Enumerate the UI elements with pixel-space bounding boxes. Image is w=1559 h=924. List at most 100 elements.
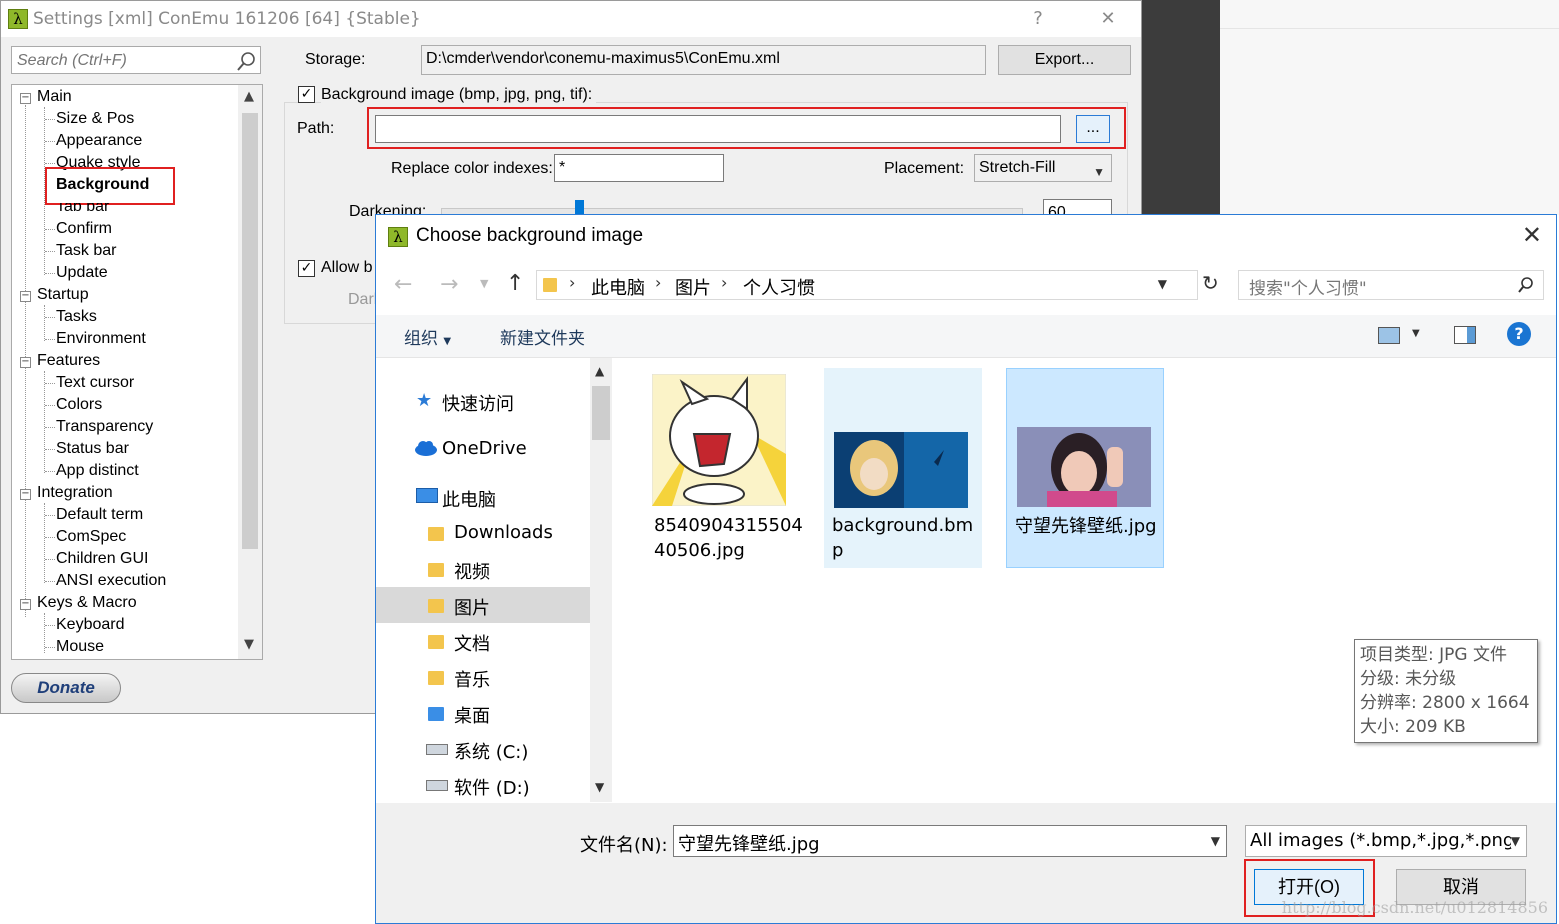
filename-combo[interactable]: 守望先锋壁纸.jpg ▼ [673,825,1227,857]
file-type-filter[interactable]: All images (*.bmp,*.jpg,*.png ▼ [1245,825,1527,857]
tree-item-mouse[interactable]: Mouse [56,637,104,657]
tree-item-app-distinct[interactable]: App distinct [56,461,139,481]
tree-item-ansi-execution[interactable]: ANSI execution [56,571,166,591]
nav-downloads[interactable]: Downloads [454,522,553,543]
breadcrumb-pictures[interactable]: 图片 [675,274,711,300]
address-bar[interactable]: › 此电脑 › 图片 › 个人习惯 ▼ [536,270,1198,300]
tree-item-status-bar[interactable]: Status bar [56,439,129,459]
placement-select[interactable]: Stretch-Fill ▼ [974,154,1112,182]
tree-item-integration[interactable]: Integration [37,483,113,503]
file-tile-selected[interactable]: 守望先锋壁纸.jpg [1006,368,1164,568]
nav-desktop[interactable]: 桌面 [454,702,490,728]
replace-color-input[interactable]: * [554,154,724,182]
chevron-down-icon[interactable]: ▼ [1158,277,1167,291]
up-arrow-icon[interactable]: ↑ [506,271,524,296]
filename-value: 守望先锋壁纸.jpg [678,834,820,855]
file-tile[interactable]: background.bmp [824,368,982,568]
tree-item-keys-macro[interactable]: Keys & Macro [37,593,137,613]
nav-pictures[interactable]: 图片 [454,594,490,620]
collapse-icon[interactable]: − [20,291,31,302]
tree-scrollbar[interactable]: ▲ ▼ [238,85,262,659]
allow-label: Allow b [321,259,373,276]
cloud-icon [415,441,437,456]
recent-locations-icon[interactable]: ▼ [480,277,488,290]
background-window-right [1220,0,1559,215]
scroll-up-icon[interactable]: ▲ [244,89,254,104]
chevron-down-icon: ▼ [443,336,452,347]
export-button[interactable]: Export... [998,45,1131,75]
new-folder-button[interactable]: 新建文件夹 [500,324,585,349]
desktop-icon [428,707,444,721]
forward-arrow-icon[interactable]: → [440,272,458,297]
chevron-down-icon[interactable]: ▼ [1412,328,1420,339]
settings-search-box[interactable] [11,46,261,74]
folder-icon [428,635,444,649]
tree-scroll-thumb[interactable] [242,113,258,549]
nav-onedrive[interactable]: OneDrive [442,438,527,459]
breadcrumb-current[interactable]: 个人习惯 [743,274,815,300]
conemu-lambda-icon: λ [388,227,408,247]
donate-button[interactable]: Donate [11,673,121,703]
nav-videos[interactable]: 视频 [454,558,490,584]
nav-music[interactable]: 音乐 [454,666,490,692]
chevron-down-icon[interactable]: ▼ [1211,834,1220,848]
dialog-search-placeholder: 搜索"个人习惯" [1249,279,1367,299]
tree-item-task-bar[interactable]: Task bar [56,241,116,261]
file-name: 守望先锋壁纸.jpg [1015,516,1157,537]
tree-item-transparency[interactable]: Transparency [56,417,153,437]
anime-thumbnail-image [834,432,968,508]
collapse-icon[interactable]: − [20,357,31,368]
chevron-down-icon: ▼ [1093,165,1105,179]
back-arrow-icon[interactable]: ← [394,272,412,297]
tooltip-resolution: 分辨率: 2800 x 1664 [1360,693,1530,713]
collapse-icon[interactable]: − [20,489,31,500]
scroll-down-icon[interactable]: ▼ [244,637,254,652]
close-icon[interactable]: ✕ [1093,8,1123,29]
scroll-up-icon[interactable]: ▲ [595,364,604,378]
nav-this-pc[interactable]: 此电脑 [442,486,496,512]
tree-item-confirm[interactable]: Confirm [56,219,112,239]
organize-menu[interactable]: 组织 ▼ [404,324,451,349]
folder-icon [428,671,444,685]
file-tile[interactable]: 854090431550440506.jpg [646,368,804,568]
refresh-icon[interactable]: ↻ [1202,271,1219,295]
preview-pane-icon[interactable] [1454,326,1476,344]
nav-drive-d[interactable]: 软件 (D:) [454,774,530,800]
breadcrumb-this-pc[interactable]: 此电脑 [591,274,645,300]
help-button[interactable]: ? [1023,8,1053,29]
storage-path-field[interactable]: D:\cmder\vendor\conemu-maximus5\ConEmu.x… [421,45,986,75]
tree-item-colors[interactable]: Colors [56,395,102,415]
allow-checkbox[interactable]: ✓ [298,260,315,277]
tree-item-keyboard[interactable]: Keyboard [56,615,125,635]
tree-item-main[interactable]: Main [37,87,72,107]
nav-quick-access[interactable]: 快速访问 [442,390,514,416]
tree-item-size-pos[interactable]: Size & Pos [56,109,134,129]
tree-item-text-cursor[interactable]: Text cursor [56,373,134,393]
settings-search-input[interactable] [15,48,229,74]
nav-drive-c[interactable]: 系统 (C:) [454,738,528,764]
tree-item-tasks[interactable]: Tasks [56,307,97,327]
background-image-checkbox[interactable]: ✓ [298,86,315,103]
tree-item-startup[interactable]: Startup [37,285,89,305]
tree-item-default-term[interactable]: Default term [56,505,143,525]
nav-documents[interactable]: 文档 [454,630,490,656]
tree-item-update[interactable]: Update [56,263,108,283]
help-icon[interactable]: ? [1507,322,1531,346]
search-icon [1518,277,1533,293]
tree-item-features[interactable]: Features [37,351,100,371]
nav-scrollbar[interactable]: ▲ ▼ [590,358,612,802]
view-mode-icon[interactable] [1378,327,1400,344]
settings-tree: − Main Size & Pos Appearance Quake style… [11,84,263,660]
settings-title: Settings [xml] ConEmu 161206 [64] {Stabl… [33,9,421,29]
dialog-search-box[interactable]: 搜索"个人习惯" [1238,270,1544,300]
nav-scroll-thumb[interactable] [592,386,610,440]
tree-item-environment[interactable]: Environment [56,329,146,349]
collapse-icon[interactable]: − [20,93,31,104]
tree-item-comspec[interactable]: ComSpec [56,527,126,547]
close-icon[interactable]: ✕ [1522,221,1542,249]
tree-item-children-gui[interactable]: Children GUI [56,549,148,569]
scroll-down-icon[interactable]: ▼ [595,780,604,794]
collapse-icon[interactable]: − [20,599,31,610]
dialog-title: Choose background image [416,225,644,246]
tree-item-appearance[interactable]: Appearance [56,131,142,151]
